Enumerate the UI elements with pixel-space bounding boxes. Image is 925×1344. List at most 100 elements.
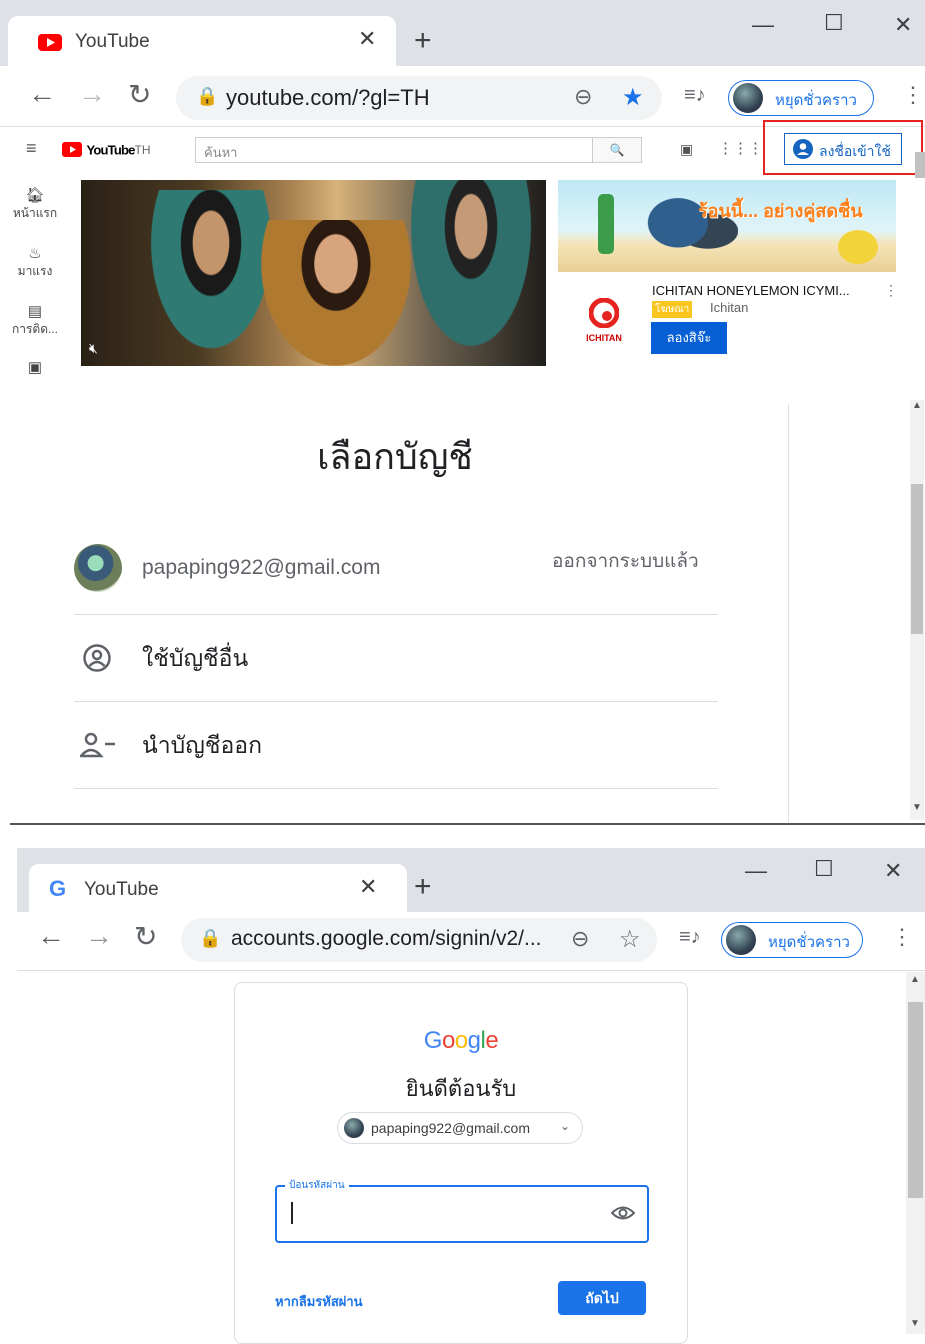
logo-country: TH	[134, 142, 151, 157]
use-another-label: ใช้บัญชีอื่น	[142, 645, 249, 671]
forgot-password-link[interactable]: หากลืมรหัสผ่าน	[275, 1291, 363, 1312]
minimize-icon[interactable]: —	[752, 12, 774, 38]
back-icon[interactable]: ←	[28, 78, 56, 110]
ad-banner-fruit	[838, 230, 878, 264]
sidebar-item-home[interactable]: 🏠︎ หน้าแรก	[0, 186, 70, 223]
lock-icon: 🔒	[199, 928, 222, 948]
tab-strip: YouTube ✕ + — ☐ ✕	[0, 0, 925, 70]
address-bar-2[interactable]: 🔒 accounts.google.com/signin/v2/... ⊖ ☆	[181, 918, 657, 962]
tab-title: YouTube	[75, 31, 150, 52]
bookmark-star-icon[interactable]: ★	[622, 83, 644, 112]
library-icon: ▣	[27, 359, 43, 376]
menu-dots-icon[interactable]: ⋮	[902, 82, 924, 108]
profile-pause-button[interactable]: หยุดชั่วคราว	[728, 80, 874, 116]
ad-cta-label: ลองสิจ๊ะ	[666, 330, 712, 345]
mute-icon[interactable]: 🔇︎	[89, 340, 98, 357]
sidebar-label: มาแรง	[17, 264, 53, 278]
hamburger-menu-icon[interactable]: ≡	[26, 138, 37, 159]
search-icon: 🔍	[609, 143, 625, 157]
chip-avatar	[344, 1118, 364, 1138]
search-input[interactable]: ค้นหา	[195, 137, 594, 163]
youtube-logo[interactable]: YouTubeTH	[62, 141, 151, 159]
signin-card: Google ยินดีต้อนรับ papaping922@gmail.co…	[234, 982, 688, 1344]
new-tab-icon[interactable]: +	[414, 870, 432, 904]
video-figure-right	[401, 180, 541, 366]
window-close-icon[interactable]: ✕	[894, 12, 912, 38]
zoom-icon[interactable]: ⊖	[571, 926, 589, 952]
eye-icon[interactable]	[611, 1205, 635, 1221]
window-close-icon[interactable]: ✕	[884, 858, 902, 884]
url-text: youtube.com/?gl=TH	[226, 85, 430, 110]
profile-pause-button-2[interactable]: หยุดชั่วคราว	[721, 922, 863, 958]
create-video-icon[interactable]: ▣	[680, 141, 693, 158]
address-bar[interactable]: 🔒 youtube.com/?gl=TH ⊖ ★	[176, 76, 662, 120]
pause-label: หยุดชั่วคราว	[775, 92, 857, 109]
forward-icon[interactable]: →	[85, 920, 113, 952]
menu-dots-icon[interactable]: ⋮	[891, 924, 913, 950]
ad-badge: โฆษณา	[652, 301, 693, 318]
tab-strip-2: G YouTube ✕ + — ☐ ✕	[17, 848, 925, 918]
scroll-down-icon[interactable]: ▼	[910, 1318, 920, 1329]
remove-account-label: นำบัญชีออก	[142, 732, 262, 758]
bookmark-star-icon[interactable]: ☆	[619, 925, 641, 954]
ad-banner-image[interactable]: ร้อนนี้... อย่างคู่สดชื่น	[558, 180, 896, 272]
scroll-thumb[interactable]	[911, 484, 923, 634]
use-another-account-row[interactable]: ใช้บัญชีอื่น	[74, 615, 718, 702]
zoom-icon[interactable]: ⊖	[574, 84, 592, 110]
forward-icon[interactable]: →	[78, 78, 106, 110]
chooser-right-divider	[788, 404, 789, 822]
highlight-box	[763, 120, 923, 175]
scroll-up-icon[interactable]: ▲	[912, 400, 922, 411]
chevron-down-icon: ⌄	[560, 1119, 571, 1133]
sidebar-item-subscriptions[interactable]: ▤ การติด...	[0, 302, 70, 339]
youtube-favicon-icon	[38, 34, 62, 51]
password-field[interactable]: ป้อนรหัสผ่าน	[275, 1178, 649, 1243]
youtube-logo-icon	[62, 142, 82, 158]
logo-text: YouTube	[86, 142, 135, 158]
scroll-thumb[interactable]	[908, 1002, 923, 1198]
maximize-icon[interactable]: ☐	[814, 856, 834, 882]
pause-label: หยุดชั่วคราว	[768, 934, 850, 951]
media-control-icon[interactable]: ≡♪	[684, 84, 706, 107]
ad-title[interactable]: ICHITAN HONEYLEMON ICYMI...	[652, 283, 850, 298]
ad-logo[interactable]: ICHITAN	[580, 297, 628, 346]
search-button[interactable]: 🔍	[592, 137, 642, 163]
reload-icon[interactable]: ↻	[128, 78, 151, 111]
lock-icon: 🔒	[196, 86, 219, 106]
ad-banner-text: ร้อนนี้... อย่างคู่สดชื่น	[698, 201, 863, 221]
password-label: ป้อนรหัสผ่าน	[285, 1178, 349, 1193]
google-logo: Google	[423, 1027, 499, 1054]
media-control-icon[interactable]: ≡♪	[679, 926, 701, 949]
sidebar-item-library[interactable]: ▣	[0, 358, 70, 376]
search-placeholder: ค้นหา	[204, 145, 238, 160]
apps-grid-icon[interactable]: ⋮⋮⋮	[718, 139, 763, 157]
account-row[interactable]: papaping922@gmail.com ออกจากระบบแล้ว	[74, 540, 718, 615]
minimize-icon[interactable]: —	[745, 858, 767, 884]
ad-menu-icon[interactable]: ⋮	[884, 282, 898, 299]
video-player[interactable]: 🔇︎	[81, 180, 546, 366]
welcome-heading: ยินดีต้อนรับ	[405, 1076, 517, 1101]
scroll-up-icon[interactable]: ▲	[910, 974, 920, 985]
account-email: papaping922@gmail.com	[142, 556, 381, 579]
new-tab-icon[interactable]: +	[414, 24, 432, 58]
tab-close-icon[interactable]: ✕	[358, 26, 376, 52]
browser-tab-2[interactable]: G YouTube ✕	[29, 864, 407, 918]
browser-tab[interactable]: YouTube ✕	[8, 16, 396, 70]
next-button[interactable]: ถัดไป	[558, 1281, 646, 1315]
ad-cta-button[interactable]: ลองสิจ๊ะ	[651, 322, 727, 354]
signin-scrollbar[interactable]: ▲ ▼	[906, 972, 925, 1334]
chooser-title: เลือกบัญชี	[317, 436, 473, 477]
chooser-scrollbar[interactable]: ▲ ▼	[910, 400, 924, 820]
scroll-down-icon[interactable]: ▼	[912, 802, 922, 813]
sidebar-item-trending[interactable]: ♨ มาแรง	[0, 244, 70, 281]
remove-account-row[interactable]: นำบัญชีออก	[74, 702, 718, 789]
back-icon[interactable]: ←	[37, 920, 65, 952]
scrollbar-thumb[interactable]	[915, 152, 925, 178]
tab-close-icon[interactable]: ✕	[359, 874, 377, 900]
maximize-icon[interactable]: ☐	[824, 10, 844, 36]
reload-icon[interactable]: ↻	[134, 920, 157, 953]
browser-toolbar-2: ← → ↻ 🔒 accounts.google.com/signin/v2/..…	[17, 912, 925, 971]
next-label: ถัดไป	[585, 1290, 619, 1306]
subscriptions-icon: ▤	[27, 303, 43, 320]
email-chip[interactable]: papaping922@gmail.com ⌄	[337, 1112, 583, 1144]
